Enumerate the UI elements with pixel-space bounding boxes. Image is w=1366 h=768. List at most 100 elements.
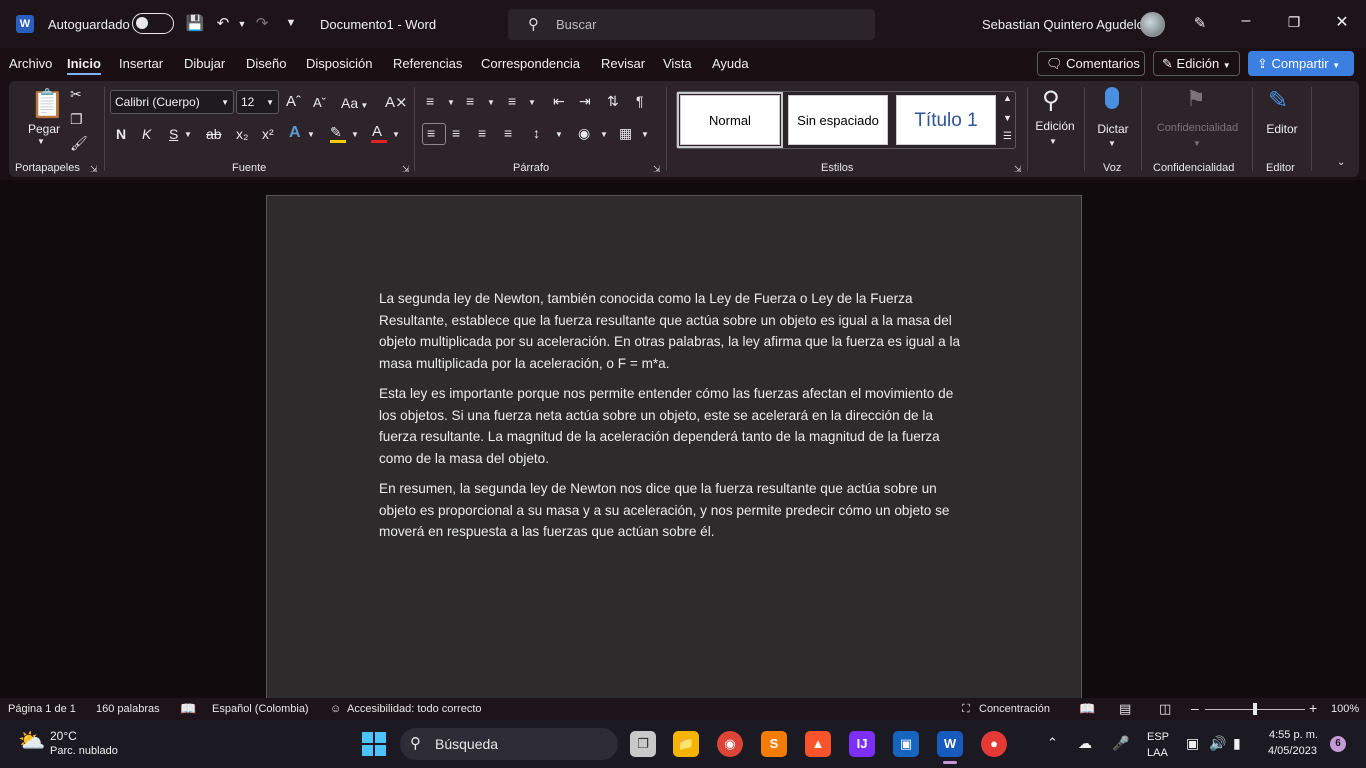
comments-button[interactable]: 🗨 Comentarios — [1037, 51, 1145, 76]
autosave-toggle[interactable] — [132, 13, 174, 34]
document-page[interactable]: La segunda ley de Newton, también conoci… — [266, 195, 1082, 705]
clock-date[interactable]: 4/05/2023 — [1268, 745, 1317, 757]
notification-badge[interactable]: 6 — [1330, 736, 1346, 752]
align-right-icon[interactable]: ≡ — [478, 125, 486, 141]
shading-icon[interactable]: ◉ — [578, 125, 590, 142]
lang-indicator-top[interactable]: ESP — [1147, 731, 1169, 743]
menu-vista[interactable]: Vista — [663, 56, 692, 71]
gallery-more-icon[interactable]: ☰ — [1003, 131, 1012, 142]
dialog-launcher-icon[interactable]: ⇲ — [653, 164, 661, 175]
paragraph[interactable]: En resumen, la segunda ley de Newton nos… — [379, 478, 969, 543]
app-icon[interactable]: ▣ — [893, 731, 919, 757]
share-button[interactable]: ⇪ Compartir ▼ — [1248, 51, 1354, 76]
paragraph[interactable]: La segunda ley de Newton, también conoci… — [379, 288, 969, 374]
ribbon-expand-icon[interactable]: ⌄ — [1337, 157, 1345, 168]
clear-formatting-icon[interactable]: A⨯ — [385, 93, 408, 111]
file-explorer-icon[interactable]: 📁 — [673, 731, 699, 757]
close-icon[interactable]: ✕ — [1327, 12, 1357, 32]
chevron-down-icon[interactable]: ▼ — [555, 130, 563, 139]
chevron-down-icon[interactable]: ▼ — [1108, 139, 1116, 148]
line-spacing-icon[interactable]: ↕ — [533, 125, 540, 141]
onedrive-icon[interactable]: ☁ — [1078, 735, 1092, 752]
style-normal[interactable]: Normal — [677, 92, 783, 148]
zoom-in-icon[interactable]: + — [1309, 700, 1317, 716]
strikethrough-button[interactable]: ab — [206, 126, 222, 142]
copy-icon[interactable]: ❐ — [70, 111, 83, 128]
superscript-icon[interactable]: x² — [262, 126, 274, 142]
format-painter-icon[interactable]: 🖌 — [70, 135, 88, 152]
decrease-indent-icon[interactable]: ⇤ — [553, 93, 565, 110]
word-count[interactable]: 160 palabras — [96, 703, 160, 715]
multilevel-list-icon[interactable]: ≡ — [508, 93, 516, 109]
chrome-icon[interactable]: ◉ — [717, 731, 743, 757]
dialog-launcher-icon[interactable]: ⇲ — [1014, 164, 1022, 175]
word-taskbar-icon[interactable]: W — [937, 731, 963, 757]
justify-icon[interactable]: ≡ — [504, 125, 512, 141]
clipboard-icon[interactable]: 📋 — [30, 87, 65, 120]
menu-correspondencia[interactable]: Correspondencia — [481, 56, 580, 71]
style-no-spacing[interactable]: Sin espaciado — [788, 95, 888, 145]
editor-icon[interactable]: ✎ — [1268, 86, 1288, 115]
read-mode-icon[interactable]: 📖 — [1079, 701, 1095, 717]
cut-icon[interactable]: ✂ — [70, 86, 82, 103]
chevron-down-icon[interactable]: ▼ — [37, 137, 45, 146]
volume-icon[interactable]: 🔊 — [1209, 735, 1226, 752]
shrink-font-icon[interactable]: Aˇ — [313, 95, 326, 110]
chevron-down-icon[interactable]: ▼ — [1049, 137, 1057, 146]
battery-icon[interactable]: ▮ — [1233, 735, 1241, 752]
zoom-level[interactable]: 100% — [1331, 703, 1359, 715]
intellij-icon[interactable]: IJ — [849, 731, 875, 757]
chevron-down-icon[interactable]: ▼ — [641, 130, 649, 139]
dictate-button[interactable]: Dictar — [1093, 122, 1133, 136]
increase-indent-icon[interactable]: ⇥ — [579, 93, 591, 110]
borders-icon[interactable]: ▦ — [619, 125, 632, 142]
avatar[interactable] — [1140, 12, 1165, 37]
restore-icon[interactable]: ❐ — [1279, 14, 1309, 31]
menu-dibujar[interactable]: Dibujar — [184, 56, 225, 71]
chevron-down-icon[interactable]: ▼ — [600, 130, 608, 139]
bullets-icon[interactable]: ≡ — [426, 93, 434, 109]
show-marks-icon[interactable]: ¶ — [636, 93, 644, 109]
menu-ayuda[interactable]: Ayuda — [712, 56, 749, 71]
minimize-icon[interactable]: – — [1231, 12, 1261, 30]
microphone-tray-icon[interactable]: 🎤 — [1112, 735, 1129, 752]
grow-font-icon[interactable]: Aˆ — [286, 93, 301, 110]
language-status[interactable]: Español (Colombia) — [212, 703, 309, 715]
highlight-icon[interactable]: ✎ — [330, 124, 342, 141]
dialog-launcher-icon[interactable]: ⇲ — [402, 164, 410, 175]
chevron-up-icon[interactable]: ⌃ — [1047, 735, 1058, 751]
numbering-icon[interactable]: ≡ — [466, 93, 474, 109]
gallery-down-icon[interactable]: ▼ — [1003, 113, 1012, 123]
find-icon[interactable]: ⚲ — [1042, 86, 1060, 115]
style-heading-1[interactable]: Título 1 — [896, 95, 996, 145]
menu-disposicion[interactable]: Disposición — [306, 56, 372, 71]
editing-mode-button[interactable]: ✎ Edición ▼ — [1153, 51, 1240, 76]
chevron-down-icon[interactable]: ▼ — [184, 130, 192, 139]
font-size-select[interactable]: 12 ▼ — [236, 90, 279, 114]
paste-button[interactable]: Pegar — [26, 122, 62, 136]
menu-archivo[interactable]: Archivo — [9, 56, 52, 71]
dialog-launcher-icon[interactable]: ⇲ — [90, 164, 98, 175]
microphone-icon[interactable] — [1105, 87, 1119, 109]
editing-button[interactable]: Edición — [1032, 119, 1078, 133]
pen-icon[interactable]: ✎ — [1190, 14, 1210, 32]
weather-desc[interactable]: Parc. nublado — [50, 745, 118, 757]
clock-time[interactable]: 4:55 p. m. — [1269, 729, 1318, 741]
taskbar-search[interactable]: ⚲ Búsqueda — [400, 728, 618, 760]
underline-button[interactable]: S — [169, 126, 178, 142]
menu-inicio[interactable]: Inicio — [67, 56, 101, 75]
bold-button[interactable]: N — [116, 126, 126, 142]
weather-temp[interactable]: 20°C — [50, 729, 77, 743]
menu-insertar[interactable]: Insertar — [119, 56, 163, 71]
sublime-icon[interactable]: S — [761, 731, 787, 757]
sort-icon[interactable]: ⇅ — [607, 93, 619, 110]
accessibility-status[interactable]: Accesibilidad: todo correcto — [347, 703, 482, 715]
zoom-out-icon[interactable]: – — [1191, 700, 1199, 716]
italic-button[interactable]: K — [142, 126, 151, 142]
menu-referencias[interactable]: Referencias — [393, 56, 462, 71]
editor-button[interactable]: Editor — [1262, 122, 1302, 136]
customize-toolbar-icon[interactable]: ▼ — [281, 17, 301, 29]
chevron-down-icon[interactable]: ▼ — [351, 130, 359, 139]
text-effects-icon[interactable]: A — [289, 124, 301, 142]
font-name-select[interactable]: Calibri (Cuerpo) ▼ — [110, 90, 234, 114]
